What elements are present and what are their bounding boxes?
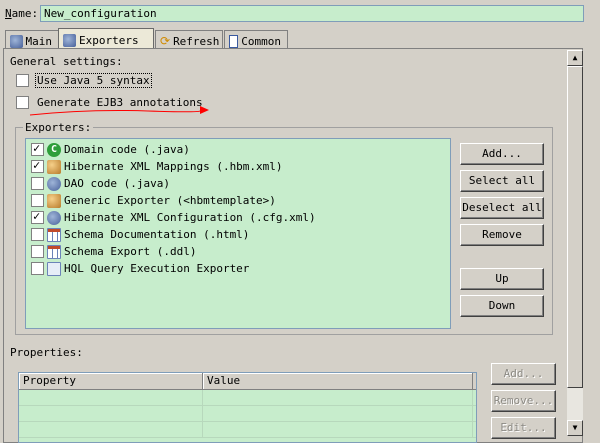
exporter-checkbox[interactable] xyxy=(31,194,44,207)
exporter-checkbox[interactable] xyxy=(31,177,44,190)
list-item[interactable]: Schema Documentation (.html) xyxy=(31,226,450,243)
exporters-list[interactable]: C Domain code (.java) Hibernate XML Mapp… xyxy=(25,138,451,329)
refresh-icon: ⟳ xyxy=(160,33,171,48)
name-input[interactable]: New_configuration xyxy=(40,5,584,22)
exporters-tab-icon xyxy=(63,33,76,47)
move-up-button[interactable]: Up xyxy=(460,268,544,290)
hibernate-icon xyxy=(47,159,61,174)
list-item[interactable]: Generic Exporter (<hbmtemplate>) xyxy=(31,192,450,209)
list-item[interactable]: DAO code (.java) xyxy=(31,175,450,192)
column-header-property[interactable]: Property xyxy=(19,373,203,389)
java5-checkbox[interactable] xyxy=(16,74,29,87)
properties-label: Properties: xyxy=(10,346,83,359)
remove-exporter-button[interactable]: Remove xyxy=(460,224,544,246)
table-row xyxy=(19,422,476,438)
main-tab-icon xyxy=(10,34,23,48)
common-tab-icon xyxy=(229,34,239,48)
hql-icon xyxy=(47,261,61,276)
add-property-button[interactable]: Add... xyxy=(491,363,556,385)
exporter-checkbox[interactable] xyxy=(31,141,44,156)
tab-exporters[interactable]: Exporters xyxy=(58,28,154,49)
generic-exporter-icon xyxy=(47,193,61,208)
annotation-arrow xyxy=(29,106,209,116)
list-item[interactable]: Schema Export (.ddl) xyxy=(31,243,450,260)
tab-main[interactable]: Main xyxy=(5,30,59,49)
exporter-checkbox[interactable] xyxy=(31,228,44,241)
vertical-scrollbar[interactable]: ▲ ▼ xyxy=(567,50,583,436)
remove-property-button[interactable]: Remove... xyxy=(491,390,556,412)
deselect-all-button[interactable]: Deselect all xyxy=(460,197,544,219)
hibernate-config-icon xyxy=(47,210,61,225)
schema-export-icon xyxy=(47,244,61,259)
table-row xyxy=(19,390,476,406)
list-item[interactable]: Hibernate XML Mappings (.hbm.xml) xyxy=(31,158,450,175)
dao-icon xyxy=(47,176,61,191)
exporter-checkbox[interactable] xyxy=(31,209,44,224)
scroll-down-icon[interactable]: ▼ xyxy=(567,420,583,436)
list-item[interactable]: C Domain code (.java) xyxy=(31,141,450,158)
general-settings-label: General settings: xyxy=(10,55,123,68)
select-all-button[interactable]: Select all xyxy=(460,170,544,192)
java5-option[interactable]: Use Java 5 syntax xyxy=(16,73,152,88)
scroll-thumb[interactable] xyxy=(567,66,583,388)
tab-refresh[interactable]: ⟳ Refresh xyxy=(155,30,223,49)
list-item[interactable]: HQL Query Execution Exporter xyxy=(31,260,450,277)
exporter-checkbox[interactable] xyxy=(31,245,44,258)
exporter-checkbox[interactable] xyxy=(31,262,44,275)
name-label: Name: xyxy=(5,7,39,20)
java5-label: Use Java 5 syntax xyxy=(35,73,152,88)
java-class-icon: C xyxy=(47,142,61,157)
add-exporter-button[interactable]: Add... xyxy=(460,143,544,165)
properties-header: Property Value xyxy=(19,373,476,390)
scroll-up-icon[interactable]: ▲ xyxy=(567,50,583,66)
table-row xyxy=(19,406,476,422)
move-down-button[interactable]: Down xyxy=(460,295,544,317)
column-header-value[interactable]: Value xyxy=(203,373,473,389)
schema-doc-icon xyxy=(47,227,61,242)
tab-common[interactable]: Common xyxy=(224,30,288,49)
edit-property-button[interactable]: Edit... xyxy=(491,417,556,439)
list-item[interactable]: Hibernate XML Configuration (.cfg.xml) xyxy=(31,209,450,226)
exporter-checkbox[interactable] xyxy=(31,158,44,173)
exporters-group-title: Exporters: xyxy=(23,121,94,134)
properties-table[interactable]: Property Value xyxy=(18,372,477,443)
